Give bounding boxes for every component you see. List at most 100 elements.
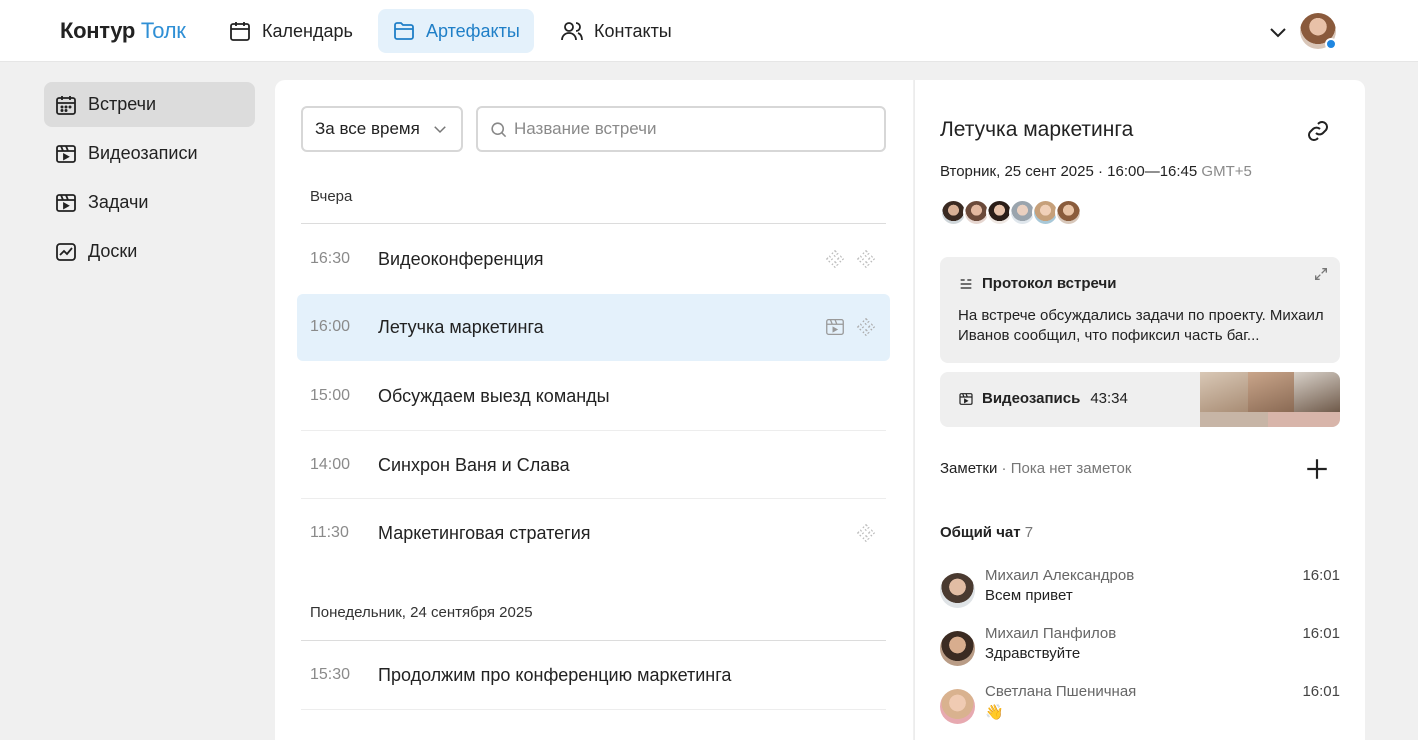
meeting-timezone: GMT+5: [1201, 163, 1252, 180]
video-thumbnail: [1294, 372, 1340, 412]
search-icon: [491, 122, 507, 138]
protocol-heading: Протокол встречи: [958, 275, 1116, 292]
video-thumbnail: [1200, 412, 1268, 427]
video-recording-icon: [56, 144, 76, 163]
calendar-icon: [230, 22, 250, 41]
logo-part2: Толк: [140, 18, 186, 43]
divider: [301, 498, 886, 499]
video-thumbnails: [1200, 372, 1340, 427]
user-avatar[interactable]: [1300, 13, 1337, 50]
chat-label: Общий чат: [940, 524, 1021, 541]
chat-time: 16:01: [1302, 683, 1340, 700]
meetings-list-panel: За все время Вчера 16:30 Видеоконференци…: [275, 80, 913, 740]
video-heading: Видеозапись 43:34: [958, 390, 1128, 407]
meeting-row[interactable]: 16:30 Видеоконференция: [297, 226, 890, 293]
video-thumbnail: [1200, 372, 1248, 412]
link-icon[interactable]: [1306, 119, 1330, 143]
meeting-row[interactable]: 14:00 Синхрон Ваня и Слава: [297, 432, 890, 499]
group-heading: Понедельник, 24 сентября 2025: [310, 604, 533, 621]
chat-time: 16:01: [1302, 625, 1340, 642]
meeting-title: Видеоконференция: [378, 249, 544, 269]
search-input[interactable]: [514, 116, 874, 142]
meeting-row[interactable]: 15:30 Продолжим про конференцию маркетин…: [297, 642, 890, 709]
search-box: [476, 106, 886, 152]
nav-artifacts-label: Артефакты: [426, 20, 520, 41]
chat-text: Всем привет: [985, 587, 1073, 604]
meeting-title: Синхрон Ваня и Слава: [378, 455, 570, 475]
period-filter-select[interactable]: За все время: [301, 106, 463, 152]
chat-heading: Общий чат 7: [940, 524, 1033, 541]
tasks-icon: [56, 193, 76, 212]
meeting-detail-title: Летучка маркетинга: [940, 118, 1134, 141]
add-note-icon[interactable]: [1304, 456, 1330, 482]
calendar-grid-icon: [56, 95, 76, 115]
chevron-down-icon[interactable]: [1266, 20, 1290, 44]
nav-contacts[interactable]: Контакты: [546, 9, 686, 53]
nav-artifacts[interactable]: Артефакты: [378, 9, 534, 53]
divider: [301, 640, 886, 641]
participant-avatar: [1055, 199, 1082, 226]
chat-time: 16:01: [1302, 567, 1340, 584]
sidebar-item-meetings[interactable]: Встречи: [44, 82, 255, 127]
logo[interactable]: Контур Толк: [60, 18, 186, 44]
whiteboard-icon: [56, 242, 76, 261]
notes-label: Заметки: [940, 460, 998, 477]
sidebar-item-videos[interactable]: Видеозаписи: [44, 131, 255, 176]
expand-icon[interactable]: [1313, 266, 1329, 282]
video-thumbnail: [1248, 372, 1294, 412]
meeting-title: Продолжим про конференцию маркетинга: [378, 665, 732, 685]
divider: [301, 430, 886, 431]
avatar: [940, 689, 975, 724]
chevron-down-icon: [434, 126, 446, 134]
chat-author: Михаил Александров: [985, 567, 1135, 584]
video-duration: 43:34: [1090, 390, 1128, 407]
video-card[interactable]: Видеозапись 43:34: [940, 372, 1340, 427]
sidebar-item-label: Доски: [88, 241, 138, 261]
nav-contacts-label: Контакты: [594, 20, 672, 41]
logo-part1: Контур: [60, 18, 136, 43]
chat-text: 👋: [985, 704, 1004, 721]
summary-icon: [856, 523, 876, 543]
chat-author: Михаил Панфилов: [985, 625, 1117, 642]
video-recording-icon: [959, 392, 973, 405]
period-filter-value: За все время: [315, 119, 420, 138]
online-status-dot: [1325, 38, 1337, 50]
divider: [301, 709, 886, 710]
video-thumbnail: [1268, 412, 1340, 427]
folder-icon: [394, 22, 414, 40]
sidebar-item-label: Задачи: [88, 192, 149, 212]
nav-calendar-label: Календарь: [262, 20, 353, 41]
protocol-card[interactable]: Протокол встречи На встрече обсуждались …: [940, 257, 1340, 363]
meeting-date: Вторник, 25 сент 2025 · 16:00—16:45 GMT+…: [940, 163, 1252, 180]
top-bar: Контур Толк Календарь Артефакты Контакты: [0, 0, 1418, 62]
nav-calendar[interactable]: Календарь: [214, 9, 367, 53]
chat-count: 7: [1024, 524, 1034, 541]
chat-message: Михаил Александров Всем привет 16:01: [940, 567, 1340, 617]
summary-icon: [856, 317, 876, 337]
group-heading: Вчера: [310, 188, 353, 205]
chat-text: Здравствуйте: [985, 645, 1081, 662]
protocol-heading-label: Протокол встречи: [982, 275, 1117, 292]
sidebar-item-tasks[interactable]: Задачи: [44, 180, 255, 225]
meeting-row[interactable]: 11:30 Маркетинговая стратегия: [297, 500, 890, 567]
meeting-date-text: Вторник, 25 сент 2025 · 16:00—16:45: [940, 163, 1198, 180]
summary-icon: [825, 249, 845, 269]
protocol-icon: [960, 278, 972, 289]
meeting-time: 11:30: [310, 524, 349, 541]
divider: [301, 223, 886, 224]
sidebar-item-boards[interactable]: Доски: [44, 229, 255, 274]
meeting-title: Обсуждаем выезд команды: [378, 386, 610, 406]
sidebar-item-label: Видеозаписи: [88, 143, 198, 163]
meeting-row[interactable]: 15:00 Обсуждаем выезд команды: [297, 363, 890, 430]
meeting-time: 16:30: [310, 250, 351, 267]
video-label: Видеозапись: [982, 390, 1081, 407]
notes-section: Заметки · Пока нет заметок: [940, 460, 1132, 477]
notes-empty-text: Пока нет заметок: [1010, 460, 1132, 477]
summary-icon: [856, 249, 876, 269]
protocol-text: На встрече обсуждались задачи по проекту…: [958, 307, 1324, 344]
meeting-time: 15:00: [310, 387, 351, 404]
meeting-row-selected[interactable]: 16:00 Летучка маркетинга: [297, 294, 890, 361]
meeting-title: Маркетинговая стратегия: [378, 523, 591, 543]
meeting-time: 16:00: [310, 318, 351, 335]
video-recording-icon: [826, 319, 844, 335]
